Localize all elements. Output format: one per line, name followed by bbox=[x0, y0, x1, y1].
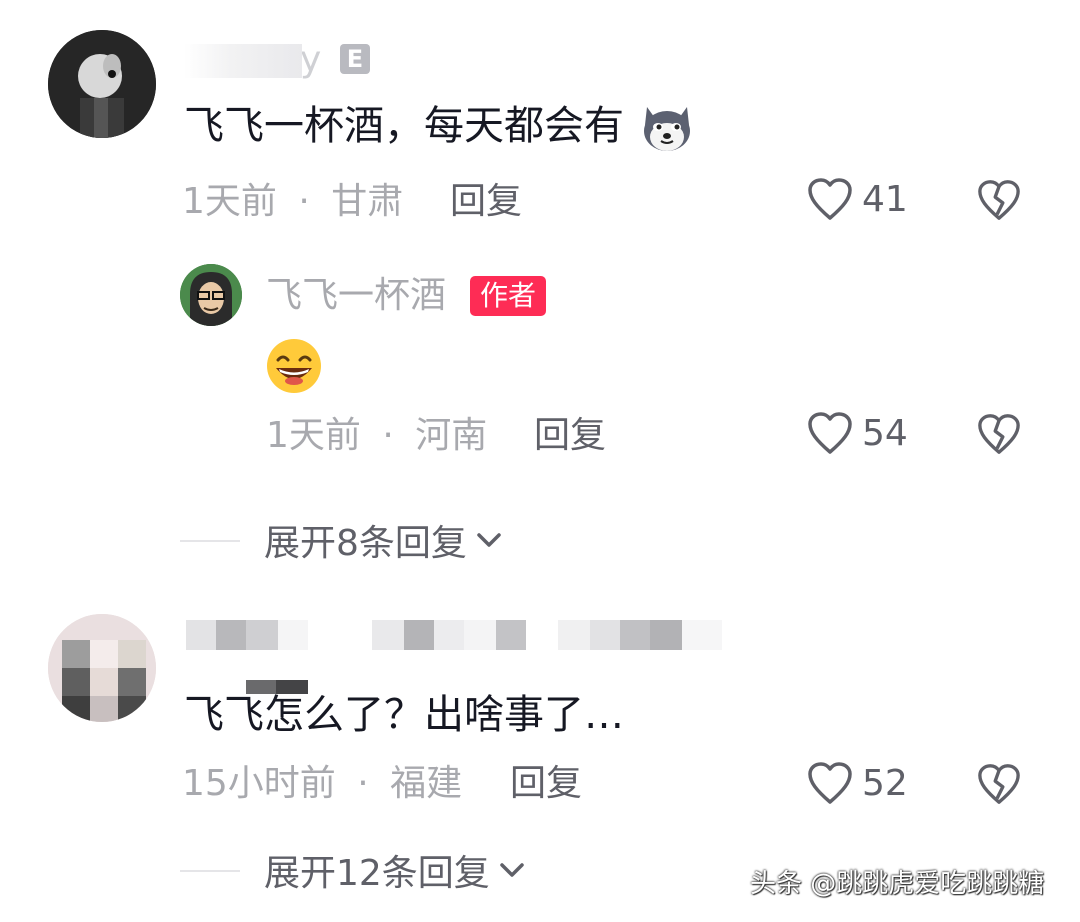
meta-separator: · bbox=[298, 181, 310, 222]
like-count: 54 bbox=[862, 412, 908, 454]
meta-separator: · bbox=[382, 415, 394, 456]
expand-divider bbox=[180, 540, 240, 542]
comment-time: 15小时前 bbox=[182, 763, 336, 804]
expand-replies-button[interactable]: 展开8条回复 bbox=[264, 518, 505, 564]
author-username[interactable]: 飞飞一杯酒 bbox=[266, 274, 446, 318]
dislike-button[interactable] bbox=[976, 762, 1022, 810]
heart-outline-icon bbox=[808, 178, 852, 220]
chevron-down-icon bbox=[500, 863, 524, 877]
like-button[interactable]: 54 bbox=[806, 410, 908, 456]
comment-meta: 1天前 · 甘肃 bbox=[182, 180, 403, 224]
like-count: 52 bbox=[862, 762, 908, 804]
comment-time: 1天前 bbox=[182, 181, 277, 222]
dislike-button[interactable] bbox=[976, 178, 1022, 226]
comment-text-content: 飞飞一杯酒，每天都会有 bbox=[184, 103, 624, 149]
like-button[interactable]: 52 bbox=[806, 760, 908, 806]
heart-outline-icon bbox=[808, 412, 852, 454]
expand-replies-label: 展开12条回复 bbox=[264, 853, 490, 894]
like-count: 41 bbox=[862, 178, 908, 220]
username-blur bbox=[184, 44, 302, 78]
broken-heart-icon bbox=[978, 180, 1020, 220]
expand-replies-button[interactable]: 展开12条回复 bbox=[264, 848, 528, 894]
reply-button[interactable]: 回复 bbox=[450, 180, 522, 224]
commenter-avatar[interactable] bbox=[48, 30, 156, 138]
author-badge: 作者 bbox=[470, 276, 547, 316]
expand-divider bbox=[180, 870, 240, 872]
expand-replies-label: 展开8条回复 bbox=[264, 523, 467, 564]
broken-heart-icon bbox=[978, 764, 1020, 804]
comment-location: 甘肃 bbox=[331, 181, 404, 222]
dislike-button[interactable] bbox=[976, 412, 1022, 460]
comment-location: 福建 bbox=[390, 763, 463, 804]
meta-separator: · bbox=[357, 763, 369, 804]
like-button[interactable]: 41 bbox=[806, 176, 908, 222]
heart-outline-icon bbox=[808, 762, 852, 804]
author-avatar[interactable] bbox=[180, 264, 242, 326]
grinning-emoji bbox=[264, 338, 324, 398]
reply-button[interactable]: 回复 bbox=[510, 762, 582, 806]
commenter-avatar[interactable] bbox=[48, 614, 156, 722]
comment-text: 飞飞怎么了？出啥事了… bbox=[184, 692, 624, 738]
reply-time: 1天前 bbox=[266, 415, 361, 456]
reply-location: 河南 bbox=[415, 415, 488, 456]
user-level-badge: E bbox=[340, 44, 370, 74]
comment-text: 飞飞一杯酒，每天都会有 bbox=[184, 101, 691, 153]
reply-button[interactable]: 回复 bbox=[534, 414, 606, 458]
broken-heart-icon bbox=[978, 414, 1020, 454]
commenter-username[interactable]: y bbox=[300, 40, 321, 80]
watermark: 头条 @跳跳虎爱吃跳跳糖 bbox=[750, 869, 1045, 899]
husky-emoji bbox=[641, 103, 691, 153]
comment-meta: 15小时前 · 福建 bbox=[182, 762, 462, 806]
chevron-down-icon bbox=[477, 533, 501, 547]
reply-meta: 1天前 · 河南 bbox=[266, 414, 487, 458]
